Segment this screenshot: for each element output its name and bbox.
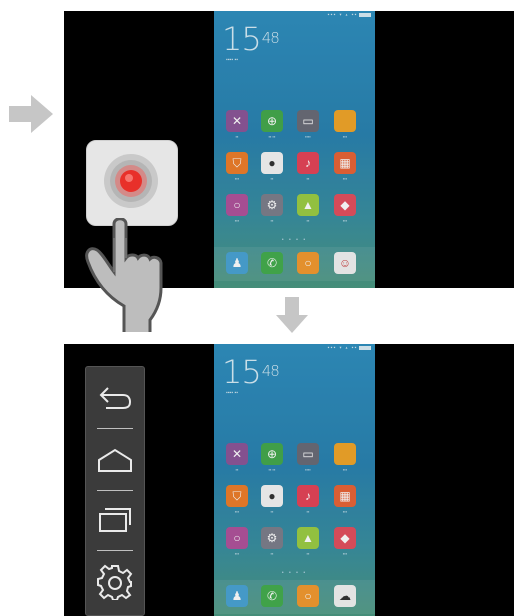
right-arrow-icon — [9, 95, 53, 133]
home-icon — [98, 448, 132, 472]
recent-apps-icon — [99, 508, 131, 532]
screen-overlay — [214, 11, 375, 288]
phone-screen: ▪▪▪ ▾ ▴ ▪▪ 1548 ▪▪▪▪ ▪▪ ✕ ▪▪ ⊕ ▪▪ ▪▪ ▭ ▪▪▪▪… — [214, 11, 375, 288]
back-arrow-icon — [99, 387, 132, 409]
back-button[interactable] — [86, 369, 144, 427]
down-arrow-icon — [276, 297, 308, 333]
home-button[interactable] — [86, 431, 144, 489]
settings-button[interactable] — [86, 553, 144, 611]
screen-overlay-2 — [214, 344, 375, 616]
navigation-menu — [85, 366, 145, 616]
step-two-panel: ▪▪▪ ▾ ▴ ▪▪ 1548 ▪▪▪▪ ▪▪ ✕ ▪▪ ⊕ ▪▪ ▪▪ ▭ ▪▪▪▪… — [64, 344, 514, 616]
floating-assist-button[interactable] — [86, 140, 178, 226]
tapping-hand-icon — [85, 218, 163, 332]
nav-divider-3 — [97, 550, 133, 551]
floating-button-dot-icon — [104, 154, 158, 208]
recent-apps-button[interactable] — [86, 491, 144, 549]
phone-screen-2: ▪▪▪ ▾ ▴ ▪▪ 1548 ▪▪▪▪ ▪▪ ✕ ▪▪ ⊕ ▪▪ ▪▪ ▭ ▪▪▪▪… — [214, 344, 375, 616]
nav-divider-1 — [97, 428, 133, 429]
gear-icon — [97, 564, 133, 600]
